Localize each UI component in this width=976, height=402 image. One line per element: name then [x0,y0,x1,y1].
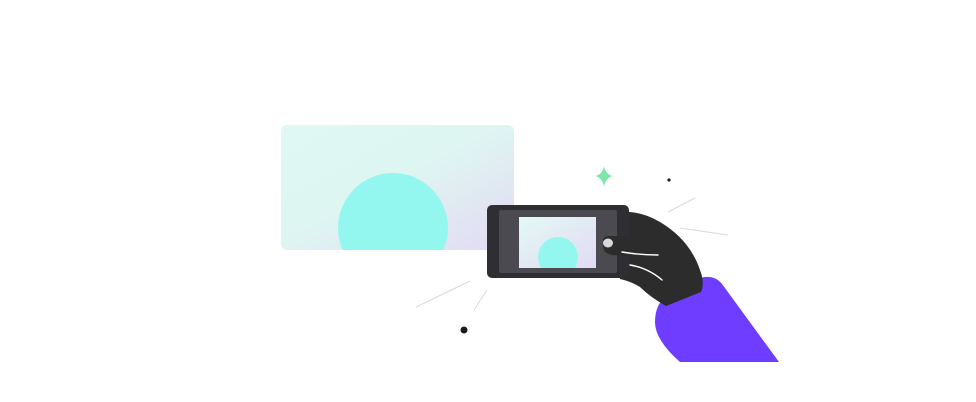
thumbnail-nail [603,238,613,248]
dot-small [667,178,671,182]
dot-large [460,326,468,334]
sparkle-icon [595,166,613,187]
photo-illustration [281,125,779,362]
scene-card [281,125,514,250]
sun-circle [338,173,448,250]
